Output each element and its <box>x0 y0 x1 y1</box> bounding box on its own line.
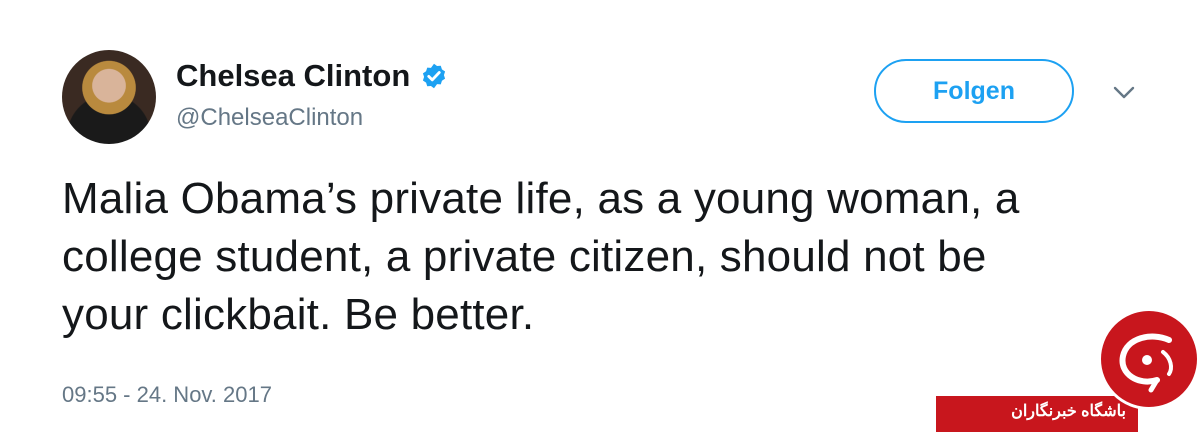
verified-badge-icon <box>423 63 446 89</box>
watermark-text: باشگاه خبرنگاران <box>1011 403 1126 420</box>
author-name-row[interactable]: Chelsea Clinton <box>176 58 448 94</box>
avatar[interactable] <box>62 50 156 144</box>
author-name[interactable]: Chelsea Clinton <box>176 58 410 94</box>
chevron-down-icon[interactable] <box>1110 82 1138 102</box>
tweet-text: Malia Obama’s private life, as a young w… <box>62 174 1020 339</box>
tweet-timestamp[interactable]: 09:55 - 24. Nov. 2017 <box>62 382 272 408</box>
author-handle[interactable]: @ChelseaClinton <box>176 104 363 132</box>
follow-button[interactable]: Folgen <box>874 59 1074 123</box>
watermark-logo: باشگاه خبرنگاران <box>936 300 1200 434</box>
watermark-glyph-icon <box>1119 333 1173 393</box>
